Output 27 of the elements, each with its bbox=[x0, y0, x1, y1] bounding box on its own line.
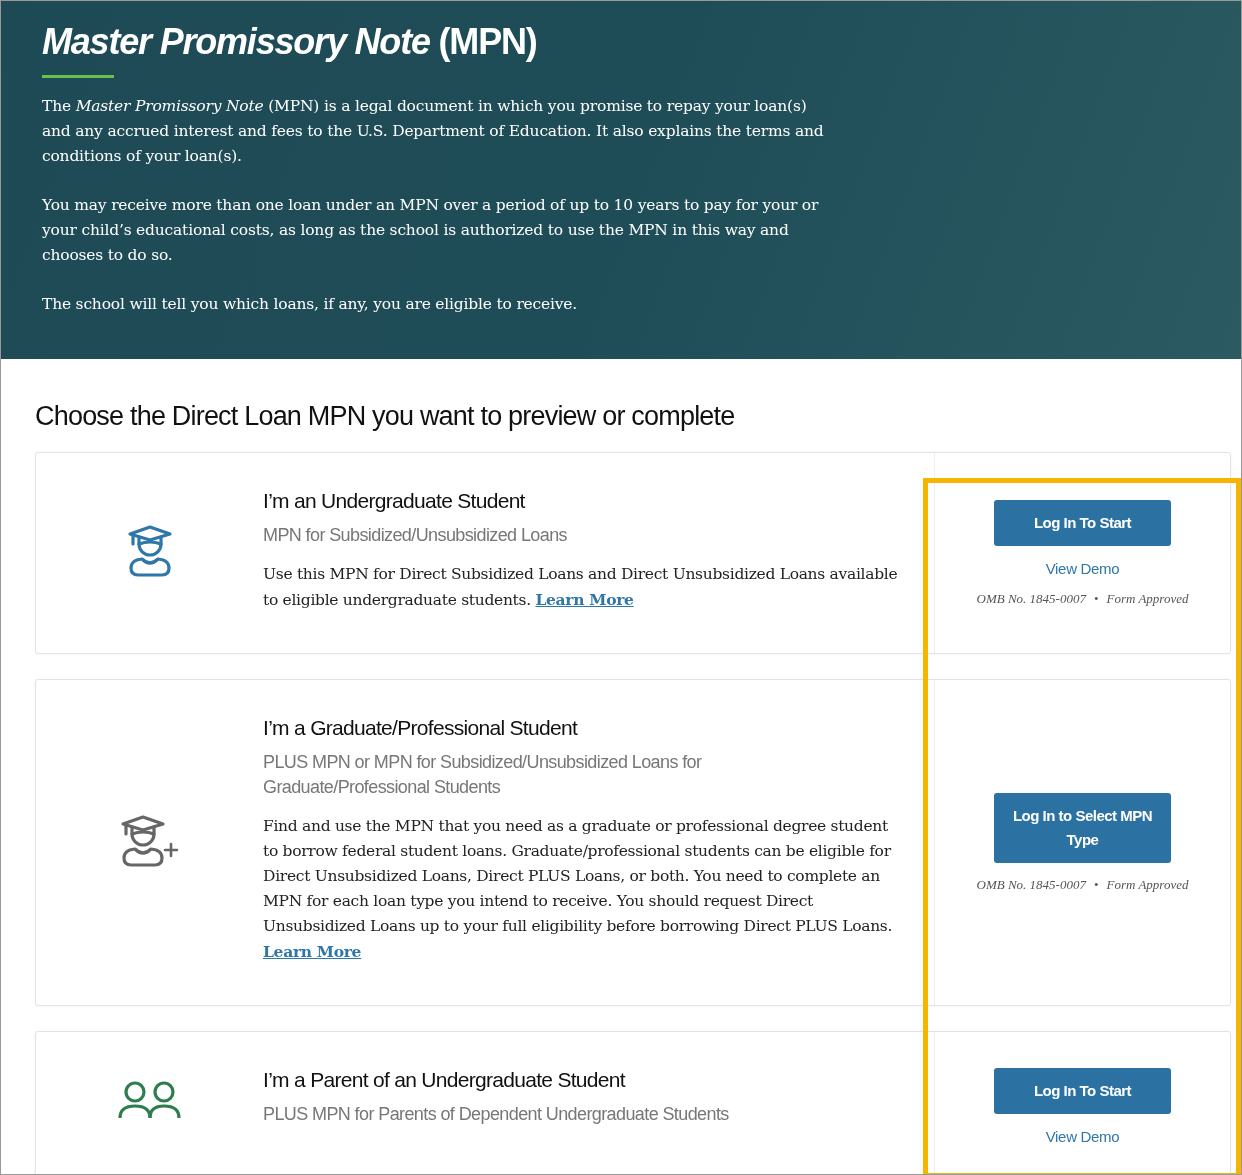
card-title: I’m an Undergraduate Student bbox=[263, 489, 526, 513]
intro-paragraph: You may receive more than one loan under an MPN over a period of up to 10 years to pay for your or your child’s educational costs, as long as the school is authorized to use the MPN in this way and chooses to do so. bbox=[42, 195, 820, 266]
intro-paragraph: The school will tell you which loans, if any, you are eligible to receive. bbox=[42, 294, 579, 315]
card-subtitle: MPN for Subsidized/Unsubsidized Loans bbox=[263, 524, 568, 547]
omb-number: OMB No. 1845-0007 bbox=[976, 590, 1086, 607]
card-description: Use this MPN for Direct Subsidized Loans and Direct Unsubsidized Loans available to eligible undergraduate students. Learn More bbox=[263, 564, 899, 611]
card-description: Find and use the MPN that you need as a graduate or professional degree student to borrow federal student loans. Graduate/professional students can be eligible for Direct Unsubsidized Loans, Direct PLUS Loans, or both. You need to complete an MPN for each loan type you intend to receive. You should request Direct Unsubsidized Loans up to your full eligibility before borrowing Direct PLUS Loans. Learn More bbox=[263, 816, 894, 963]
page-title: Master Promissory Note (MPN) bbox=[42, 20, 538, 64]
title-underline bbox=[42, 75, 114, 78]
login-button[interactable]: Log In To Start bbox=[994, 499, 1171, 546]
learn-more-link[interactable]: Learn More bbox=[263, 942, 362, 961]
login-button[interactable]: Log In To Start bbox=[994, 1068, 1171, 1114]
view-demo-link[interactable]: View Demo bbox=[1045, 559, 1120, 577]
omb-number: OMB No. 1845-0007 bbox=[976, 876, 1086, 893]
intro-paragraph: The Master Promissory Note (MPN) is a legal document in which you promise to repay your loan(s) and any accrued interest and fees to the U.S. Department of Education. It also explains the terms and conditions of your loan(s). bbox=[42, 96, 825, 167]
card-subtitle: PLUS MPN for Parents of Dependent Undergraduate Students bbox=[263, 1103, 730, 1126]
approval-status: Form Approved bbox=[1106, 876, 1189, 893]
login-button[interactable]: Log In to Select MPN Type bbox=[994, 792, 1171, 863]
approval-status: Form Approved bbox=[1106, 590, 1189, 607]
learn-more-link[interactable]: Learn More bbox=[535, 590, 634, 609]
card-subtitle: PLUS MPN or MPN for Subsidized/Unsubsidized Loans for Graduate/Professional Students bbox=[263, 751, 703, 799]
separator-dot: • bbox=[1093, 590, 1099, 607]
card-title: I’m a Parent of an Undergraduate Student bbox=[263, 1068, 627, 1092]
view-demo-link[interactable]: View Demo bbox=[1045, 1128, 1120, 1145]
separator-dot: • bbox=[1093, 876, 1099, 893]
section-heading: Choose the Direct Loan MPN you want to preview or complete bbox=[35, 401, 736, 432]
card-title: I’m a Graduate/Professional Student bbox=[263, 716, 579, 740]
